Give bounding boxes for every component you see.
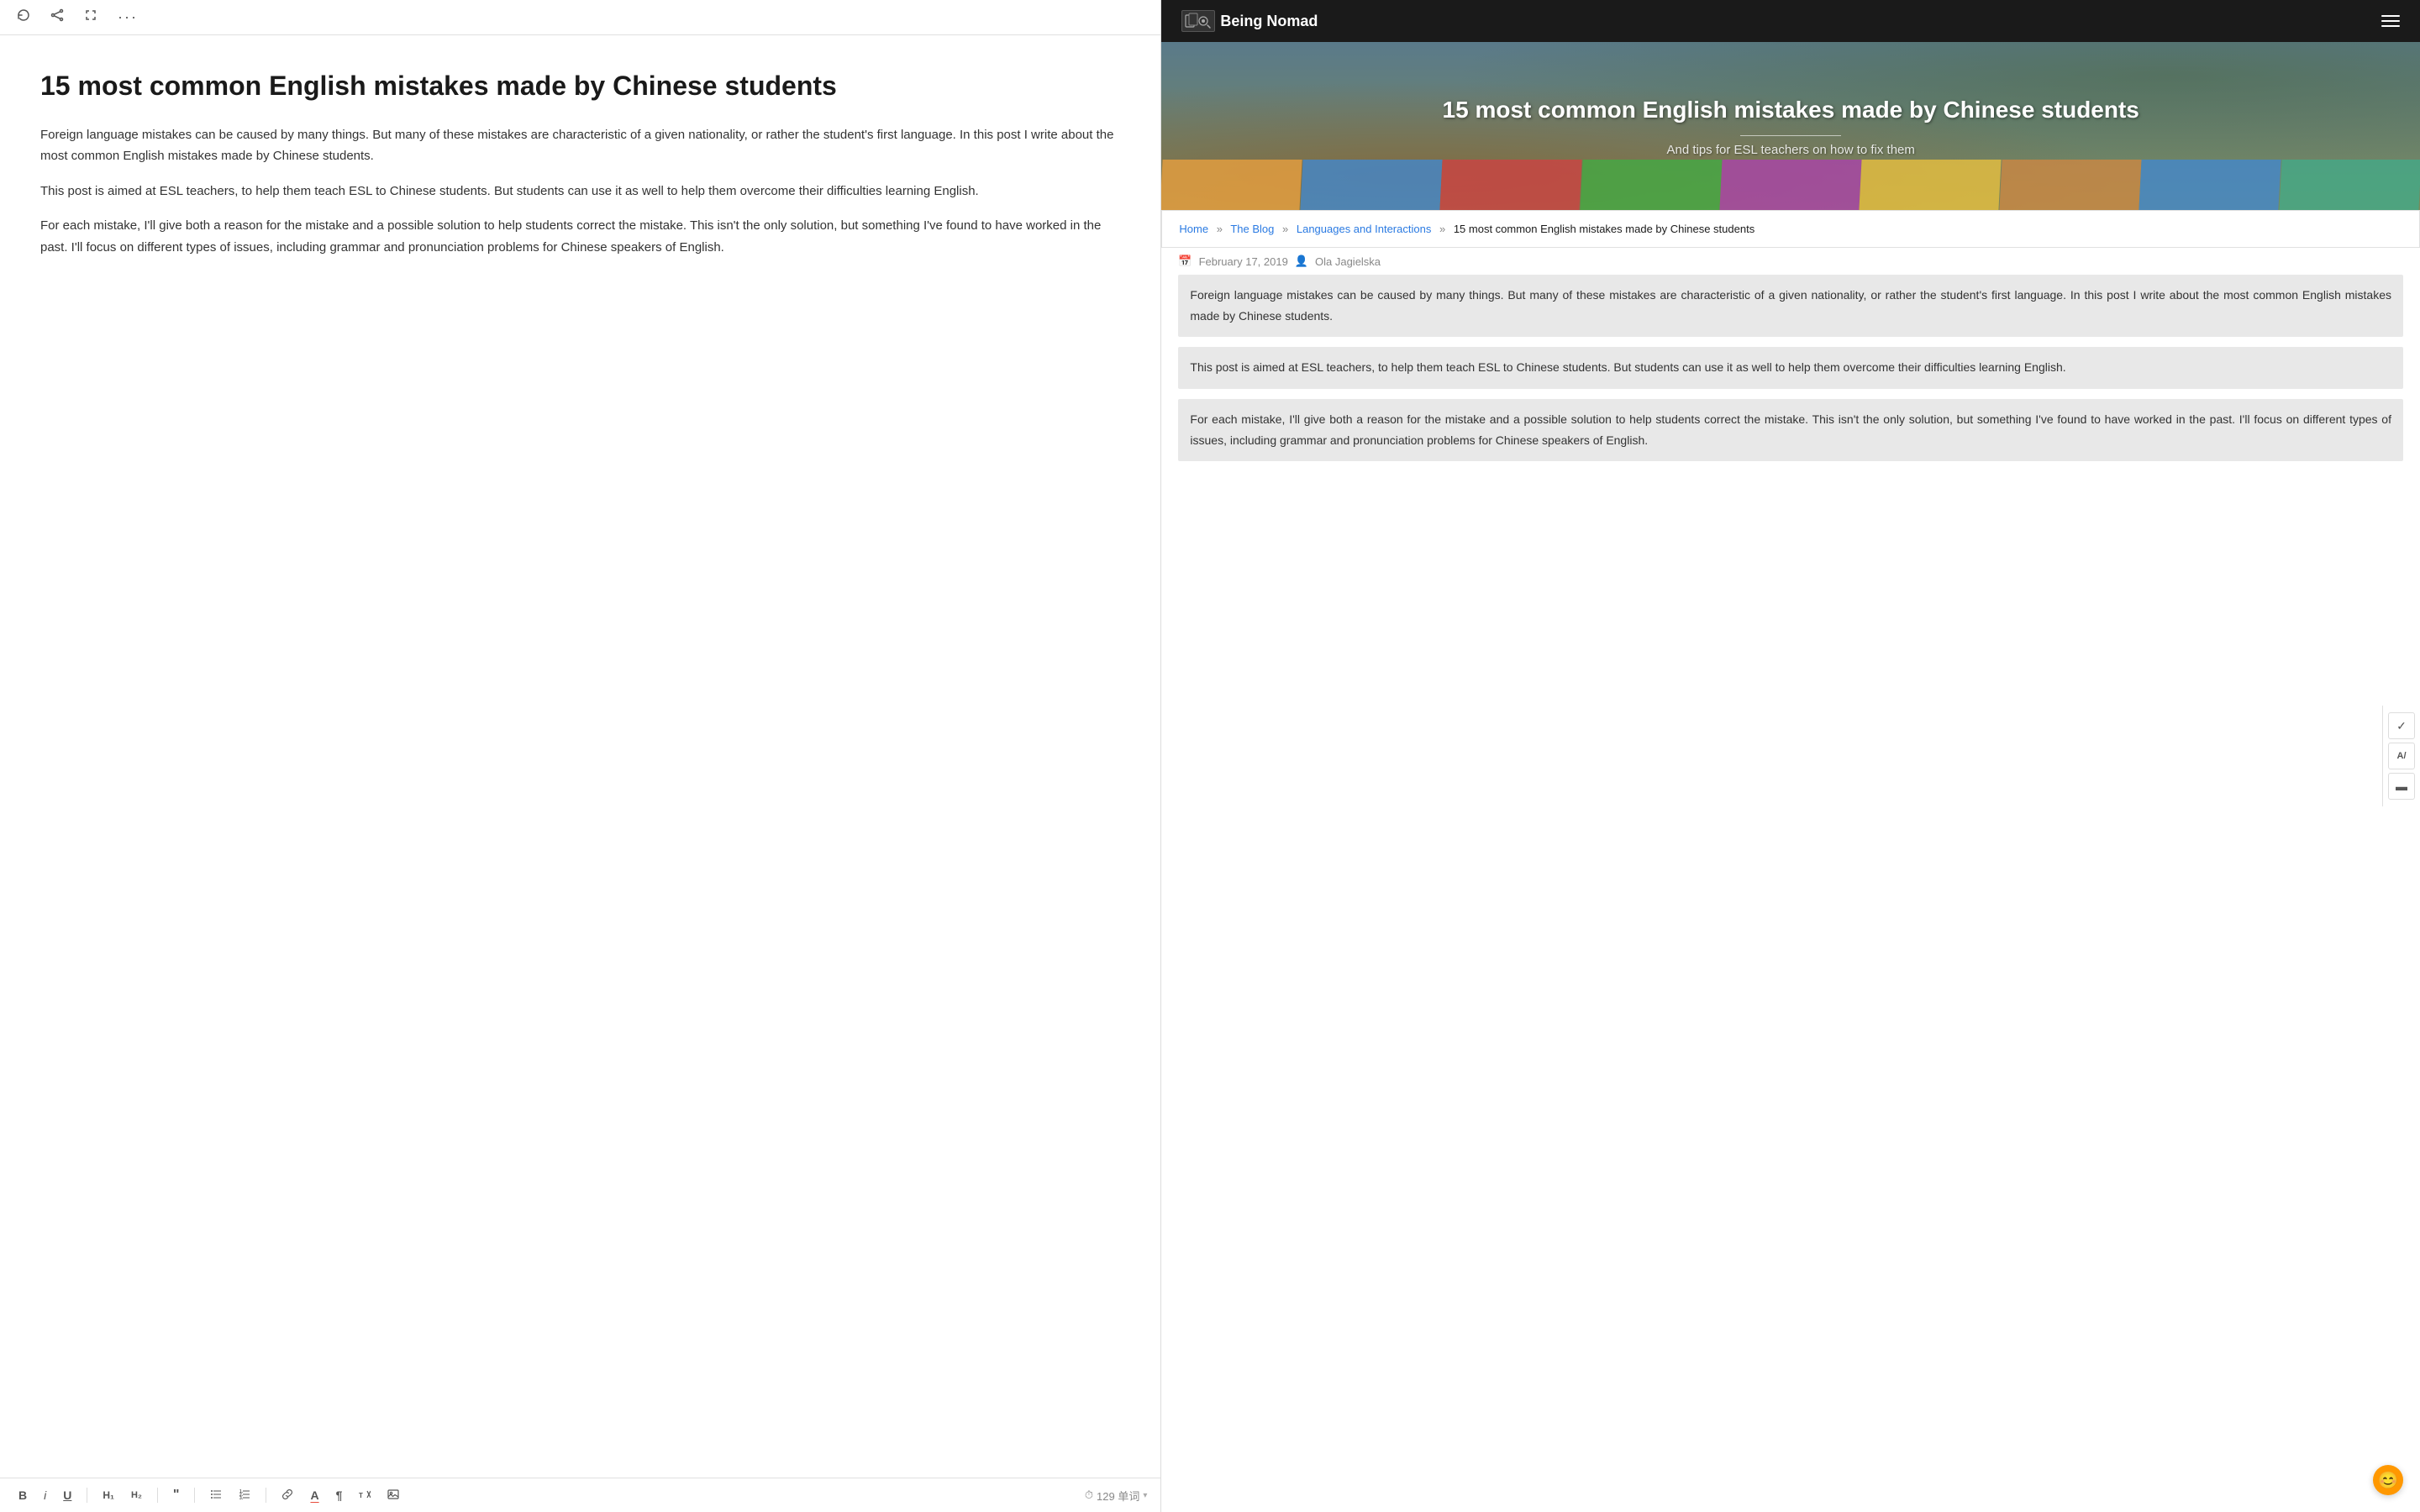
article-paragraph-2: This post is aimed at ESL teachers, to h…	[1178, 347, 2403, 388]
post-author: Ola Jagielska	[1315, 255, 1381, 268]
hero-text: 15 most common English mistakes made by …	[1409, 95, 2173, 157]
layer-icon: ▬	[2396, 780, 2407, 793]
breadcrumb-sep-1: »	[1217, 223, 1223, 235]
ordered-list-button[interactable]: 1. 2. 3.	[234, 1486, 255, 1505]
toolbar-divider-3	[194, 1488, 195, 1503]
breadcrumb-current: 15 most common English mistakes made by …	[1454, 223, 1754, 235]
paragraph-button[interactable]: ¶	[331, 1486, 348, 1504]
text-format-icon-button[interactable]: A/	[2388, 743, 2415, 769]
clock-icon: ⏱	[1085, 1488, 1093, 1502]
website-preview: Being Nomad 15 most common English mista…	[1161, 0, 2420, 1512]
emoji-button[interactable]: 😊	[2373, 1465, 2403, 1495]
logo-icon	[1181, 10, 1215, 32]
article-paragraph-1: Foreign language mistakes can be caused …	[1178, 275, 2403, 337]
editor-top-toolbar: ···	[0, 0, 1160, 35]
editor-paragraph-1[interactable]: Foreign language mistakes can be caused …	[40, 124, 1120, 167]
editor-content-area[interactable]: 15 most common English mistakes made by …	[0, 35, 1160, 1478]
breadcrumb-blog[interactable]: The Blog	[1230, 223, 1274, 235]
expand-button[interactable]	[81, 7, 101, 28]
breadcrumb-sep-3: »	[1439, 223, 1445, 235]
underline-button[interactable]: U	[58, 1486, 76, 1504]
breadcrumb-home[interactable]: Home	[1179, 223, 1208, 235]
sidebar-icons: ✓ A/ ▬	[2382, 706, 2420, 806]
check-icon-button[interactable]: ✓	[2388, 712, 2415, 739]
italic-button[interactable]: i	[39, 1486, 51, 1504]
quote-button[interactable]: "	[168, 1485, 185, 1505]
editor-panel: ··· 15 most common English mistakes made…	[0, 0, 1161, 1512]
check-icon: ✓	[2396, 719, 2407, 733]
editor-paragraph-2[interactable]: This post is aimed at ESL teachers, to h…	[40, 181, 1120, 202]
hero-subtitle: And tips for ESL teachers on how to fix …	[1443, 143, 2139, 157]
toolbar-divider-2	[157, 1488, 158, 1503]
h2-button[interactable]: H₂	[126, 1488, 147, 1503]
author-icon: 👤	[1295, 255, 1308, 268]
article-content: Foreign language mistakes can be caused …	[1161, 275, 2420, 488]
hamburger-menu[interactable]	[2381, 15, 2400, 27]
editor-title[interactable]: 15 most common English mistakes made by …	[40, 69, 1120, 104]
insert-image-button[interactable]	[382, 1486, 404, 1505]
site-logo-text: Being Nomad	[1220, 13, 1318, 30]
link-button[interactable]	[276, 1486, 298, 1505]
editor-format-toolbar: B i U H₁ H₂ " 1. 2. 3.	[0, 1478, 1160, 1512]
word-count-area: ⏱ 129 单词 ▾	[1085, 1488, 1147, 1504]
hero-divider	[1740, 135, 1841, 136]
calendar-icon: 📅	[1178, 255, 1192, 268]
breadcrumb-category[interactable]: Languages and Interactions	[1297, 223, 1431, 235]
post-date: February 17, 2019	[1199, 255, 1288, 268]
layer-icon-button[interactable]: ▬	[2388, 773, 2415, 800]
svg-text:T: T	[359, 1492, 363, 1499]
h1-button[interactable]: H₁	[97, 1487, 119, 1504]
post-meta: 📅 February 17, 2019 👤 Ola Jagielska	[1161, 248, 2420, 275]
clear-format-button[interactable]: T	[354, 1486, 376, 1505]
refresh-button[interactable]	[13, 7, 34, 28]
site-logo: Being Nomad	[1181, 10, 1318, 32]
word-count-chevron: ▾	[1143, 1491, 1147, 1500]
breadcrumb: Home » The Blog » Languages and Interact…	[1161, 210, 2420, 248]
editor-paragraph-3[interactable]: For each mistake, I'll give both a reaso…	[40, 215, 1120, 258]
text-color-button[interactable]: A	[305, 1486, 324, 1504]
more-button[interactable]: ···	[114, 7, 141, 28]
text-format-icon: A/	[2397, 751, 2407, 761]
hero-title: 15 most common English mistakes made by …	[1443, 95, 2139, 125]
pencils-decoration	[1161, 160, 2420, 210]
site-header: Being Nomad	[1161, 0, 2420, 42]
article-paragraph-3: For each mistake, I'll give both a reaso…	[1178, 399, 2403, 461]
share-button[interactable]	[47, 7, 67, 28]
word-count-text: 129 单词	[1097, 1488, 1139, 1504]
breadcrumb-sep-2: »	[1282, 223, 1288, 235]
hero-section: 15 most common English mistakes made by …	[1161, 42, 2420, 210]
bold-button[interactable]: B	[13, 1486, 32, 1504]
unordered-list-button[interactable]	[205, 1486, 227, 1505]
emoji-icon: 😊	[2378, 1470, 2399, 1491]
